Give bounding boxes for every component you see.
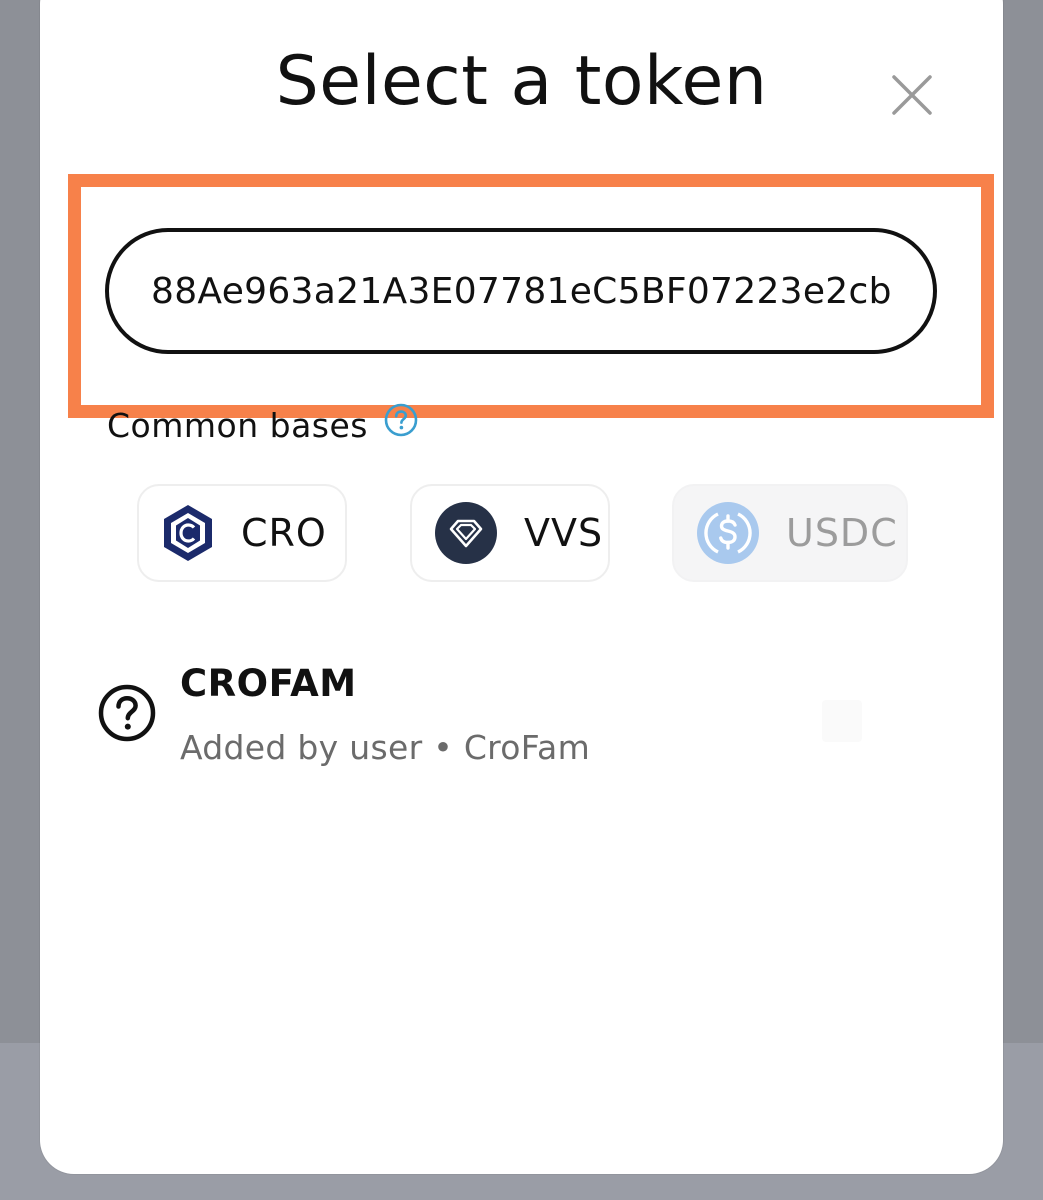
base-token-usdc-button[interactable]: USDC	[672, 484, 908, 582]
token-balance-placeholder	[822, 700, 862, 742]
common-bases-label: Common bases	[107, 406, 368, 445]
base-token-ticker: CRO	[241, 511, 327, 555]
close-icon	[892, 75, 932, 115]
common-bases-header: Common bases	[107, 403, 418, 445]
token-symbol: CROFAM	[180, 662, 357, 705]
token-subtitle: Added by user • CroFam	[180, 728, 591, 767]
vvs-logo-icon	[435, 502, 497, 564]
token-search-input[interactable]	[105, 228, 937, 354]
close-button[interactable]	[890, 73, 934, 117]
cro-logo-icon	[164, 505, 212, 561]
select-token-modal: Select a token Common bases CRO	[40, 0, 1003, 1174]
token-list-item-crofam[interactable]: CROFAM Added by user • CroFam	[90, 660, 950, 780]
base-token-ticker: USDC	[786, 511, 898, 555]
base-token-vvs-button[interactable]: VVS	[410, 484, 610, 582]
question-circle-icon[interactable]	[384, 403, 418, 437]
unknown-token-icon	[98, 684, 156, 742]
usdc-logo-icon	[697, 502, 759, 564]
base-token-ticker: VVS	[524, 511, 604, 555]
modal-title: Select a token	[275, 42, 768, 121]
base-token-cro-button[interactable]: CRO	[137, 484, 347, 582]
